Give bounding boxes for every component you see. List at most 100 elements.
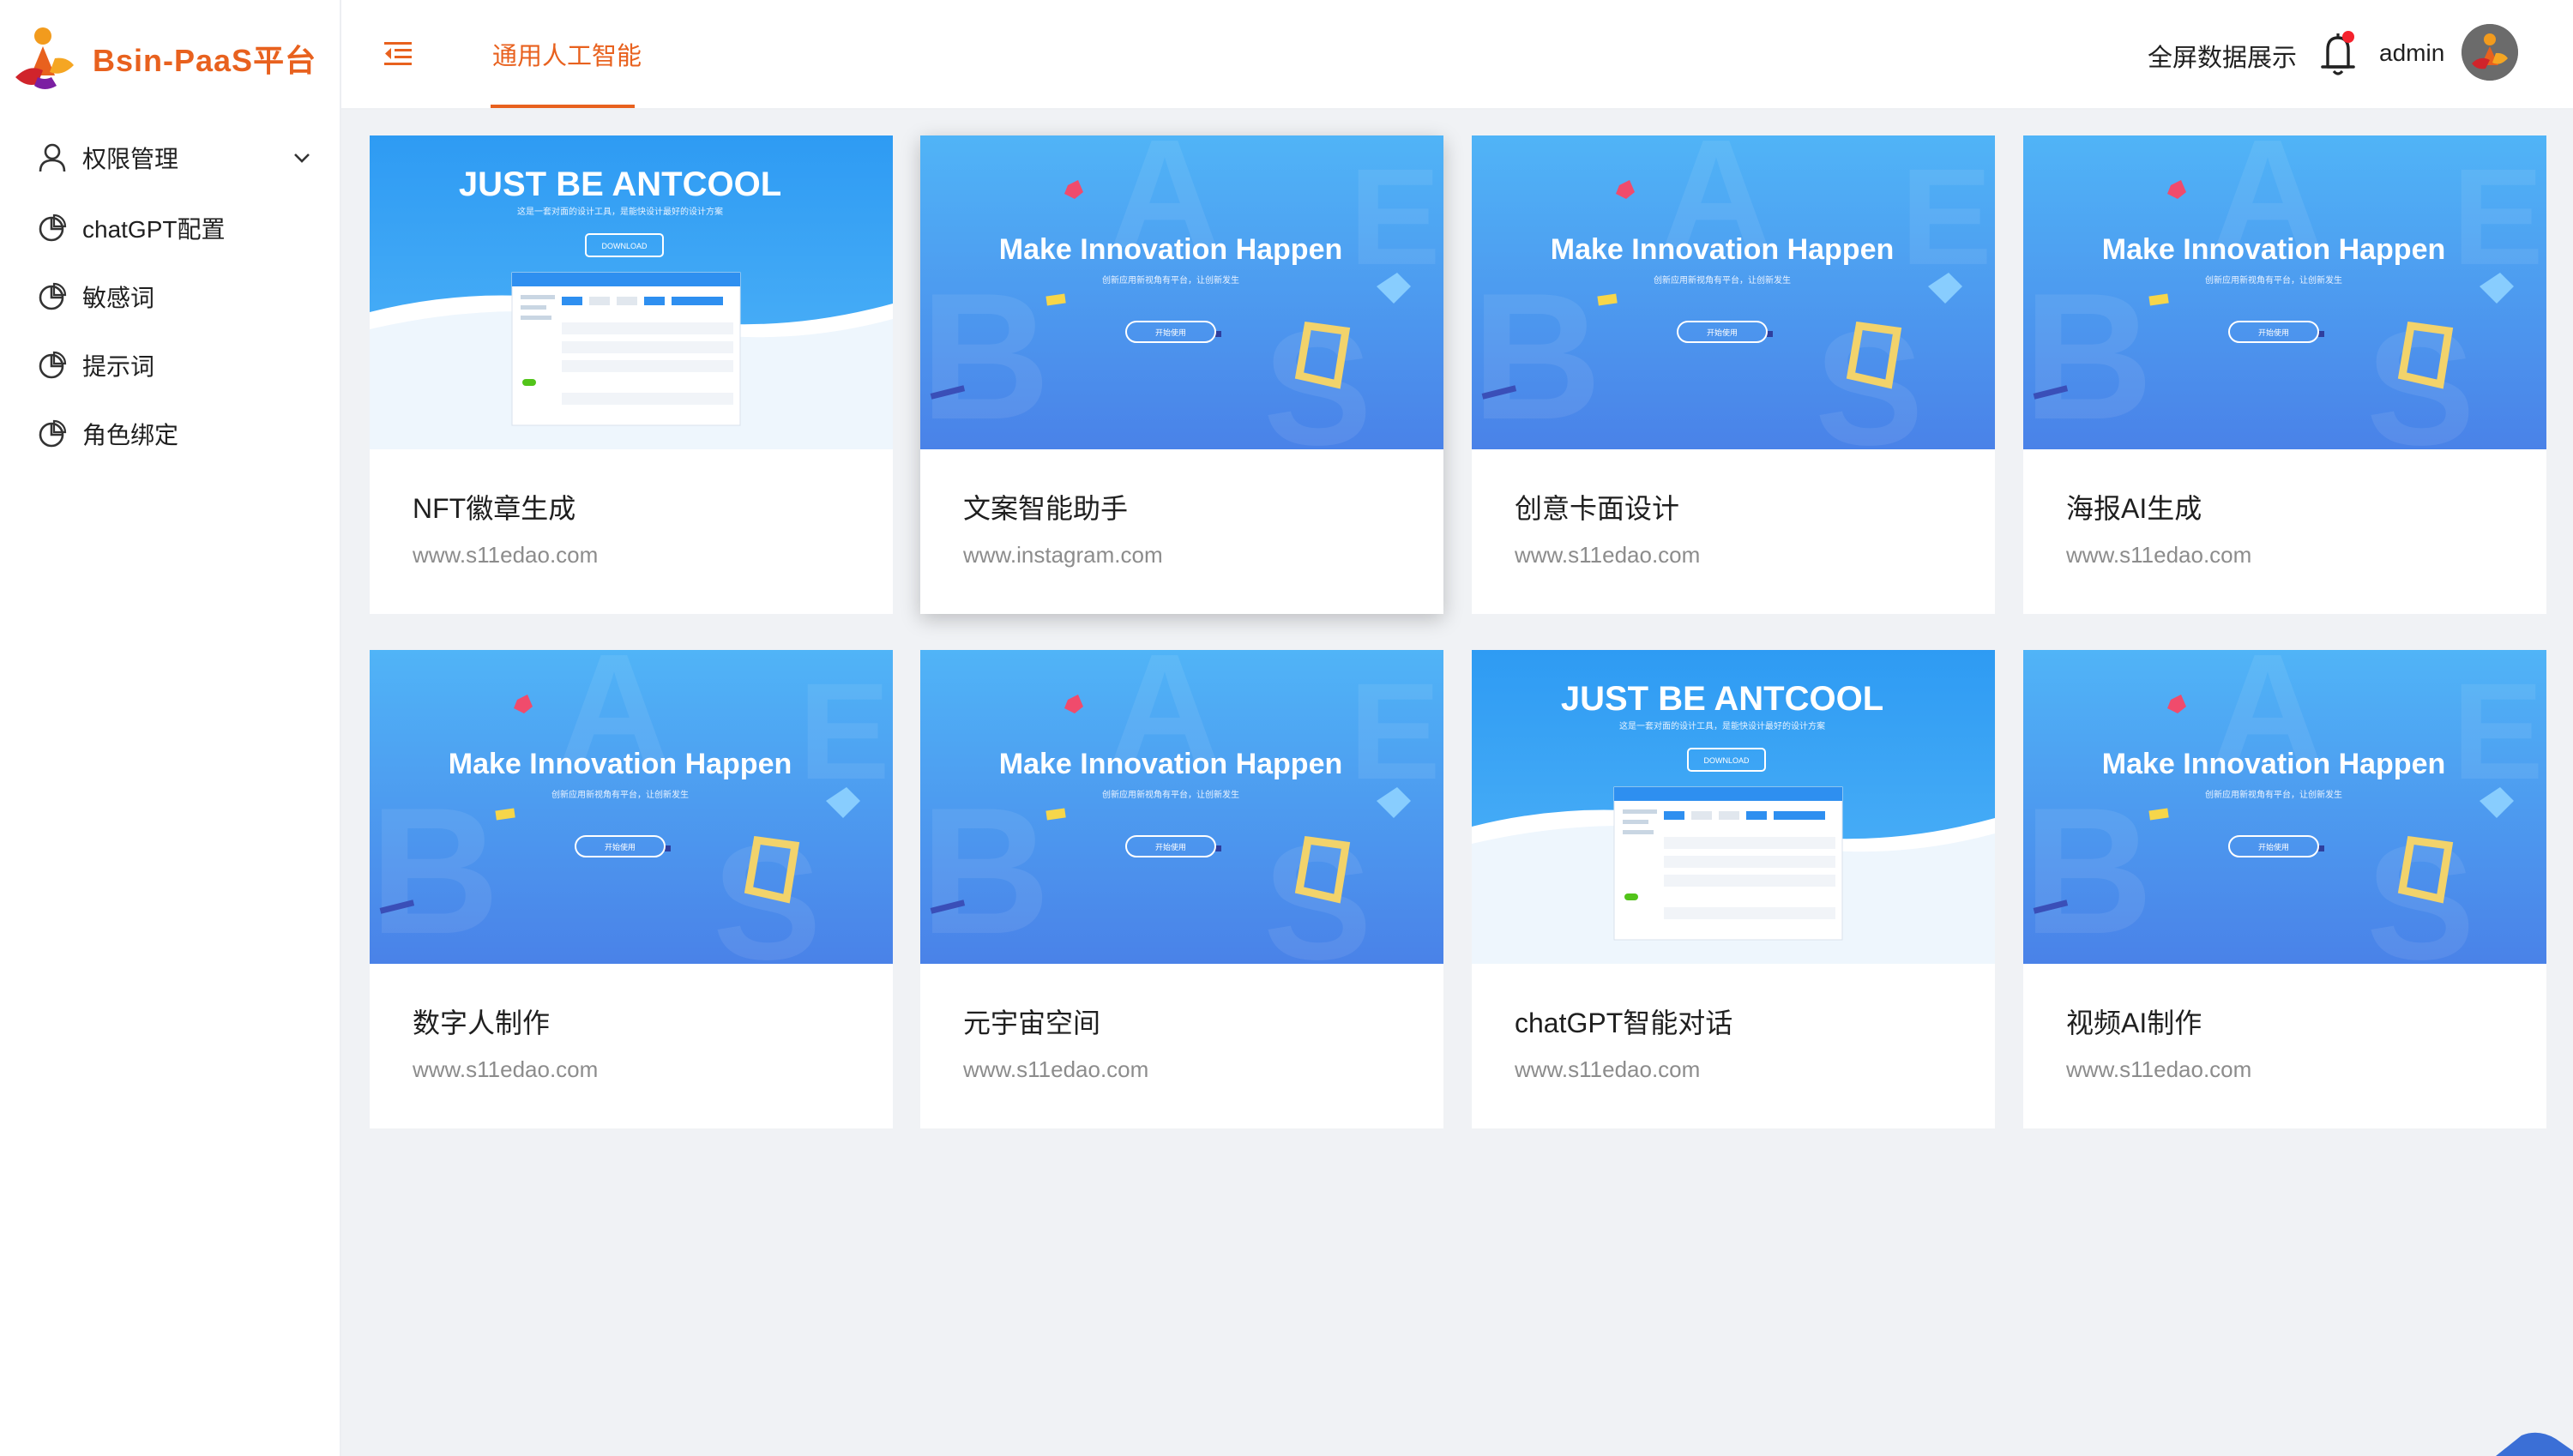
app-card-nft-badge[interactable]: JUST BE ANTCOOL 这是一套对面的设计工具，是能快设计最好的设计方案… xyxy=(370,135,893,614)
sidebar-item-label: 敏感词 xyxy=(82,285,155,311)
banner-button-label: 开始使用 xyxy=(1707,328,1738,337)
sidebar-item-sensitive-words[interactable]: 敏感词 xyxy=(0,262,341,331)
app-name: Bsin-PaaS平台 xyxy=(93,43,317,78)
card-cover-image: B A S E Make Innovation Happen 创新应用新视角有平… xyxy=(920,650,1443,964)
card-description: www.s11edao.com xyxy=(413,1056,599,1082)
svg-text:S: S xyxy=(2366,298,2475,449)
svg-text:E: E xyxy=(2452,140,2544,293)
banner-subline: 创新应用新视角有平台，让创新发生 xyxy=(1102,789,1239,800)
card-cover-image: B A S E Make Innovation Happen 创新应用新视角有平… xyxy=(370,650,893,964)
banner-headline: Make Innovation Happen xyxy=(999,233,1343,266)
banner-button-label: 开始使用 xyxy=(2258,328,2289,337)
sidebar-item-prompts[interactable]: 提示词 xyxy=(0,331,341,400)
chevron-down-icon xyxy=(294,153,310,163)
card-title: 数字人制作 xyxy=(413,1008,551,1038)
sidebar-item-permission[interactable]: 权限管理 xyxy=(0,123,341,192)
antcool-banner: JUST BE ANTCOOL 这是一套对面的设计工具，是能快设计最好的设计方案… xyxy=(1472,650,1995,964)
svg-text:E: E xyxy=(798,654,890,808)
card-title: 元宇宙空间 xyxy=(963,1008,1101,1038)
banner-button-label: 开始使用 xyxy=(1155,842,1186,851)
active-tab-indicator xyxy=(491,105,635,108)
banner-button-label: 开始使用 xyxy=(1155,328,1186,337)
svg-text:B: B xyxy=(920,770,1051,964)
menu-fold-icon[interactable] xyxy=(383,38,413,69)
sidebar-item-label: 角色绑定 xyxy=(82,422,179,448)
app-card-metaverse-space[interactable]: B A S E Make Innovation Happen 创新应用新视角有平… xyxy=(920,650,1443,1128)
banner-subline: 创新应用新视角有平台，让创新发生 xyxy=(1102,274,1239,286)
tab-general-ai[interactable]: 通用人工智能 xyxy=(491,0,643,108)
sidebar-item-label: 提示词 xyxy=(82,353,155,380)
app-logo[interactable]: Bsin-PaaS平台 xyxy=(9,24,316,93)
svg-text:S: S xyxy=(1815,298,1924,449)
card-description: www.instagram.com xyxy=(963,542,1163,568)
app-card-copywriting-assistant[interactable]: B A S E Make Innovation Happen 创新应用新视角有平… xyxy=(920,135,1443,614)
bsin-logo-icon xyxy=(15,27,74,89)
card-cover-image: B A S E Make Innovation Happen 创新应用新视角有平… xyxy=(2023,650,2546,964)
sidebar-item-label: chatGPT配置 xyxy=(82,216,226,243)
svg-text:E: E xyxy=(1349,140,1441,293)
banner-headline: Make Innovation Happen xyxy=(1551,233,1895,266)
svg-text:S: S xyxy=(2366,812,2475,964)
app-card-digital-human[interactable]: B A S E Make Innovation Happen 创新应用新视角有平… xyxy=(370,650,893,1128)
banner-button-label: 开始使用 xyxy=(605,842,636,851)
card-cover-image: B A S E Make Innovation Happen 创新应用新视角有平… xyxy=(1472,135,1995,449)
banner-subline: 创新应用新视角有平台，让创新发生 xyxy=(2205,274,2342,286)
card-title: 创意卡面设计 xyxy=(1515,493,1680,524)
innovation-banner: B A S E Make Innovation Happen 创新应用新视角有平… xyxy=(370,650,893,964)
innovation-banner: B A S E Make Innovation Happen 创新应用新视角有平… xyxy=(920,650,1443,964)
app-card-creative-card-design[interactable]: B A S E Make Innovation Happen 创新应用新视角有平… xyxy=(1472,135,1995,614)
card-cover-image: JUST BE ANTCOOL 这是一套对面的设计工具，是能快设计最好的设计方案… xyxy=(1472,650,1995,964)
innovation-banner: B A S E Make Innovation Happen 创新应用新视角有平… xyxy=(920,135,1443,449)
banner-button-label: 开始使用 xyxy=(2258,842,2289,851)
banner-subline: 创新应用新视角有平台，让创新发生 xyxy=(2205,789,2342,800)
svg-text:E: E xyxy=(2452,654,2544,808)
svg-text:E: E xyxy=(1349,654,1441,808)
notification-bell-icon[interactable] xyxy=(2314,27,2362,81)
banner-subline: 这是一套对面的设计工具，是能快设计最好的设计方案 xyxy=(517,206,723,217)
banner-headline: Make Innovation Happen xyxy=(2102,748,2446,780)
svg-text:S: S xyxy=(1263,298,1372,449)
card-cover-image: B A S E Make Innovation Happen 创新应用新视角有平… xyxy=(2023,135,2546,449)
sidebar-item-label: 权限管理 xyxy=(82,146,179,172)
card-description: www.s11edao.com xyxy=(2066,542,2252,568)
user-icon xyxy=(39,143,66,172)
pie-chart-icon xyxy=(39,351,67,379)
card-cover-image: JUST BE ANTCOOL 这是一套对面的设计工具，是能快设计最好的设计方案… xyxy=(370,135,893,449)
svg-text:B: B xyxy=(1472,256,1602,449)
avatar-logo-icon xyxy=(2462,24,2518,81)
card-title: 文案智能助手 xyxy=(963,493,1129,524)
innovation-banner: B A S E Make Innovation Happen 创新应用新视角有平… xyxy=(2023,650,2546,964)
banner-headline: JUST BE ANTCOOL xyxy=(1561,680,1883,718)
card-description: www.s11edao.com xyxy=(2066,1056,2252,1082)
banner-subline: 这是一套对面的设计工具，是能快设计最好的设计方案 xyxy=(1619,720,1825,731)
innovation-banner: B A S E Make Innovation Happen 创新应用新视角有平… xyxy=(1472,135,1995,449)
svg-text:E: E xyxy=(1901,140,1992,293)
antcool-banner: JUST BE ANTCOOL 这是一套对面的设计工具，是能快设计最好的设计方案… xyxy=(370,135,893,449)
card-title: 视频AI制作 xyxy=(2066,1008,2202,1038)
banner-button-label: DOWNLOAD xyxy=(601,242,648,250)
sidebar-item-role-binding[interactable]: 角色绑定 xyxy=(0,400,341,468)
innovation-banner: B A S E Make Innovation Happen 创新应用新视角有平… xyxy=(2023,135,2546,449)
username[interactable]: admin xyxy=(2379,39,2444,67)
fullscreen-data-button[interactable]: 全屏数据展示 xyxy=(2148,38,2297,74)
banner-headline: JUST BE ANTCOOL xyxy=(459,165,781,203)
svg-text:S: S xyxy=(1263,812,1372,964)
svg-text:S: S xyxy=(713,812,822,964)
notification-dot xyxy=(2342,31,2354,43)
card-title: 海报AI生成 xyxy=(2066,493,2202,524)
banner-headline: Make Innovation Happen xyxy=(999,748,1343,780)
top-header: 通用人工智能 全屏数据展示 admin xyxy=(341,0,2573,110)
app-card-chatgpt-dialog[interactable]: JUST BE ANTCOOL 这是一套对面的设计工具，是能快设计最好的设计方案… xyxy=(1472,650,1995,1128)
card-title: chatGPT智能对话 xyxy=(1515,1008,1733,1038)
sidebar-item-chatgpt-config[interactable]: chatGPT配置 xyxy=(0,194,341,262)
banner-headline: Make Innovation Happen xyxy=(2102,233,2446,266)
banner-subline: 创新应用新视角有平台，让创新发生 xyxy=(551,789,689,800)
app-card-poster-ai[interactable]: B A S E Make Innovation Happen 创新应用新视角有平… xyxy=(2023,135,2546,614)
card-description: www.s11edao.com xyxy=(413,542,599,568)
app-card-video-ai[interactable]: B A S E Make Innovation Happen 创新应用新视角有平… xyxy=(2023,650,2546,1128)
banner-headline: Make Innovation Happen xyxy=(449,748,792,780)
banner-button-label: DOWNLOAD xyxy=(1703,756,1750,765)
card-description: www.s11edao.com xyxy=(1515,542,1701,568)
avatar[interactable] xyxy=(2462,24,2518,81)
svg-text:B: B xyxy=(2023,770,2154,964)
